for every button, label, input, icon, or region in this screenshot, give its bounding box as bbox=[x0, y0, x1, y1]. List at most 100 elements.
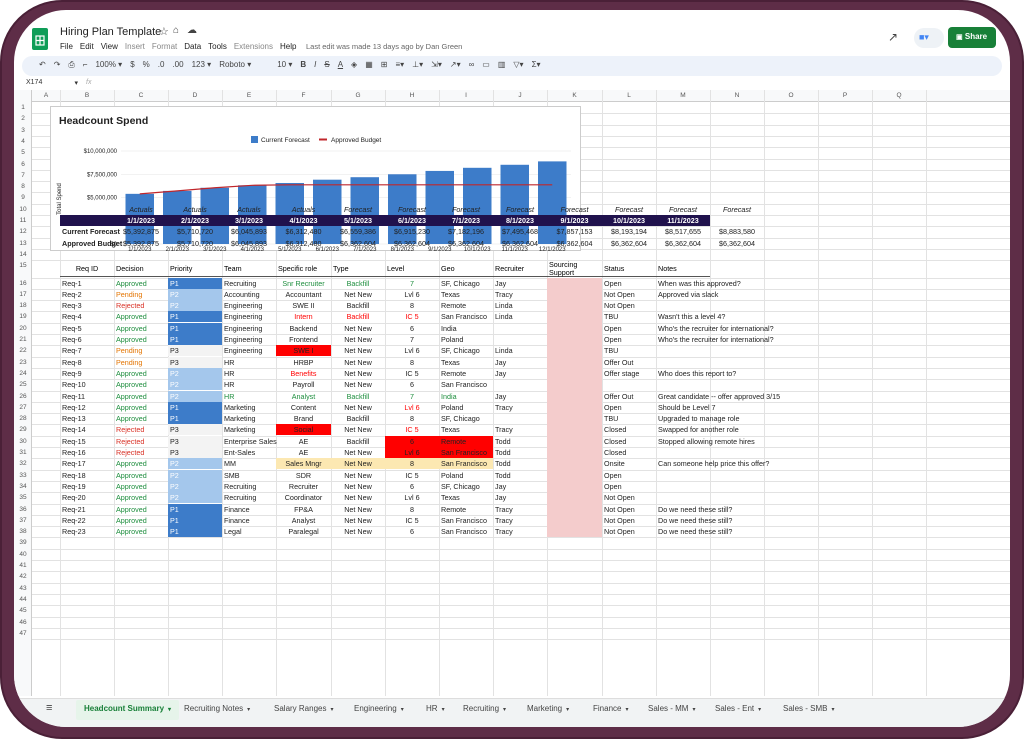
notes[interactable]: Who does this report to? bbox=[656, 368, 856, 379]
forecast-value[interactable]: $6,312,480 bbox=[276, 226, 331, 237]
geo[interactable]: SF, Chicago bbox=[439, 413, 493, 424]
geo[interactable]: India bbox=[439, 323, 493, 334]
link-icon[interactable]: ∞ bbox=[469, 60, 475, 70]
row-header[interactable]: 8 bbox=[14, 183, 32, 190]
level[interactable]: IC 5 bbox=[385, 470, 439, 481]
notes[interactable] bbox=[656, 492, 856, 503]
increase-decimal-button[interactable]: .00 bbox=[172, 60, 183, 70]
forecast-value[interactable]: $5,392,875 bbox=[114, 226, 168, 237]
row-header[interactable]: 12 bbox=[14, 228, 32, 235]
column-header[interactable]: D bbox=[168, 92, 222, 99]
specific-role[interactable]: Brand bbox=[276, 413, 331, 424]
level[interactable]: 6 bbox=[385, 323, 439, 334]
sheet-tab[interactable]: Sales - Ent ▾ bbox=[711, 704, 765, 713]
period-type-label[interactable]: Forecast bbox=[656, 204, 710, 215]
notes[interactable]: Swapped for another role bbox=[656, 424, 856, 435]
budget-value[interactable]: $6,362,604 bbox=[656, 238, 710, 249]
recruiter[interactable]: Todd bbox=[493, 436, 547, 447]
decrease-decimal-button[interactable]: .0 bbox=[158, 60, 165, 70]
merge-icon[interactable]: ⊞ bbox=[381, 60, 388, 70]
name-box[interactable]: X174 ▾ bbox=[24, 78, 80, 90]
priority[interactable]: P1 bbox=[168, 322, 222, 334]
geo[interactable]: Texas bbox=[439, 424, 493, 435]
decision[interactable]: Rejected bbox=[114, 300, 168, 311]
geo[interactable]: Remote bbox=[439, 368, 493, 379]
comment-icon[interactable]: ▭ bbox=[482, 60, 490, 70]
row-header[interactable]: 31 bbox=[14, 449, 32, 456]
priority[interactable]: P2 bbox=[168, 300, 222, 312]
table-header[interactable]: Specific role bbox=[276, 260, 331, 278]
notes[interactable] bbox=[656, 481, 856, 492]
row-header[interactable]: 35 bbox=[14, 494, 32, 501]
req-id[interactable]: Req-17 bbox=[60, 458, 114, 469]
row-header[interactable]: 20 bbox=[14, 325, 32, 332]
decision[interactable]: Rejected bbox=[114, 424, 168, 435]
sheet-tab[interactable]: Headcount Summary ▾ bbox=[76, 700, 180, 720]
fill-color-icon[interactable]: ◈ bbox=[351, 60, 357, 70]
specific-role[interactable]: Analyst bbox=[276, 391, 331, 402]
priority[interactable]: P1 bbox=[168, 503, 222, 515]
period-type-label[interactable]: Forecast bbox=[331, 204, 385, 215]
status[interactable]: Open bbox=[602, 278, 656, 289]
geo[interactable]: San Francisco bbox=[439, 458, 493, 470]
recruiter[interactable]: Linda bbox=[493, 311, 547, 322]
req-id[interactable]: Req-23 bbox=[60, 526, 114, 537]
period-date[interactable]: 10/1/2023 bbox=[602, 215, 656, 226]
row-header[interactable]: 18 bbox=[14, 302, 32, 309]
recruiter[interactable] bbox=[493, 413, 547, 424]
specific-role[interactable]: Sales Mngr bbox=[276, 458, 331, 470]
budget-value[interactable]: $5,392,875 bbox=[114, 238, 168, 249]
table-header[interactable]: Level bbox=[385, 260, 439, 278]
req-id[interactable]: Req-9 bbox=[60, 368, 114, 379]
row-header[interactable]: 44 bbox=[14, 596, 32, 603]
sheet-tab[interactable]: Sales - SMB ▾ bbox=[779, 704, 838, 713]
priority[interactable]: P3 bbox=[168, 447, 222, 458]
budget-value[interactable]: $6,362,604 bbox=[710, 238, 764, 249]
column-header[interactable]: K bbox=[547, 92, 602, 99]
req-id[interactable]: Req-21 bbox=[60, 504, 114, 515]
geo[interactable]: Texas bbox=[439, 492, 493, 503]
team[interactable]: SMB bbox=[222, 470, 276, 481]
forecast-value[interactable]: $6,559,386 bbox=[331, 226, 385, 237]
print-icon[interactable]: ⎙ bbox=[68, 60, 74, 70]
row-header[interactable]: 39 bbox=[14, 539, 32, 546]
level[interactable]: Lvl 6 bbox=[385, 402, 439, 413]
status[interactable]: TBU bbox=[602, 311, 656, 322]
period-date[interactable]: 9/1/2023 bbox=[547, 215, 602, 226]
type[interactable]: Backfill bbox=[331, 300, 385, 311]
column-header[interactable]: J bbox=[493, 92, 547, 99]
notes[interactable]: Do we need these still? bbox=[656, 526, 856, 537]
priority[interactable]: P2 bbox=[168, 469, 222, 481]
req-id[interactable]: Req-11 bbox=[60, 391, 114, 402]
menu-edit[interactable]: Edit bbox=[80, 42, 94, 51]
redo-icon[interactable]: ↷ bbox=[54, 60, 61, 70]
status[interactable]: Not Open bbox=[602, 526, 656, 537]
table-header[interactable]: Geo bbox=[439, 260, 493, 278]
team[interactable]: HR bbox=[222, 368, 276, 379]
status[interactable]: TBU bbox=[602, 413, 656, 424]
row-header[interactable]: 32 bbox=[14, 460, 32, 467]
column-header[interactable]: N bbox=[710, 92, 764, 99]
req-id[interactable]: Req-16 bbox=[60, 447, 114, 458]
status[interactable]: Not Open bbox=[602, 300, 656, 311]
type[interactable]: Backfill bbox=[331, 391, 385, 402]
recruiter[interactable]: Todd bbox=[493, 458, 547, 469]
valign-icon[interactable]: ⊥▾ bbox=[412, 60, 423, 70]
menu-data[interactable]: Data bbox=[184, 42, 201, 51]
budget-value[interactable]: $6,362,604 bbox=[439, 238, 493, 249]
status[interactable]: Not Open bbox=[602, 289, 656, 300]
level[interactable]: 8 bbox=[385, 458, 439, 470]
status[interactable]: Open bbox=[602, 470, 656, 481]
specific-role[interactable]: SWE I bbox=[276, 345, 331, 357]
budget-value[interactable]: $5,710,720 bbox=[168, 238, 222, 249]
specific-role[interactable]: Paralegal bbox=[276, 526, 331, 537]
geo[interactable]: Remote bbox=[439, 435, 493, 447]
decision[interactable]: Approved bbox=[114, 458, 168, 469]
notes[interactable] bbox=[656, 379, 856, 390]
recruiter[interactable]: Linda bbox=[493, 300, 547, 311]
menu-insert[interactable]: Insert bbox=[125, 42, 145, 51]
priority[interactable]: P3 bbox=[168, 345, 222, 357]
geo[interactable]: San Francisco bbox=[439, 447, 493, 458]
table-header[interactable]: Type bbox=[331, 260, 385, 278]
row-header[interactable]: 27 bbox=[14, 404, 32, 411]
